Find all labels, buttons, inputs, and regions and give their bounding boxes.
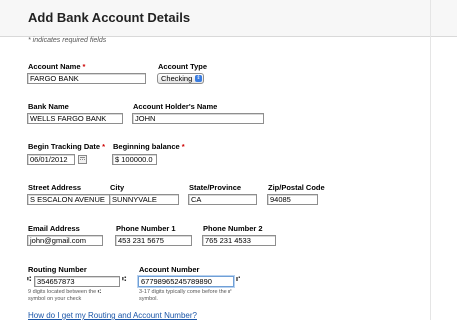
street-label: Street Address — [28, 183, 82, 192]
account-name-input[interactable]: FARGO BANK — [27, 73, 146, 84]
select-arrows-icon: ⇕ — [195, 75, 202, 82]
routing-help-link[interactable]: How do I get my Routing and Account Numb… — [28, 311, 197, 320]
tracking-date-input[interactable]: 06/01/2012 — [27, 154, 75, 165]
phone2-label: Phone Number 2 — [203, 224, 263, 233]
email-input[interactable]: john@gmail.com — [27, 235, 103, 246]
routing-label: Routing Number — [28, 265, 87, 274]
page-title: Add Bank Account Details — [28, 10, 191, 25]
routing-help-text: 9 digits located between the ⑆ symbol on… — [28, 289, 102, 302]
beginning-balance-input[interactable]: $ 100000.0 — [112, 154, 157, 165]
phone1-input[interactable]: 453 231 5675 — [115, 235, 192, 246]
email-label: Email Address — [28, 224, 80, 233]
city-label: City — [110, 183, 125, 192]
state-label: State/Province — [189, 183, 242, 192]
balance-value: 100000.0 — [121, 155, 153, 164]
currency-symbol: $ — [115, 155, 120, 164]
routing-input[interactable]: 354657873 — [34, 276, 120, 287]
holder-name-label: Account Holder's Name — [133, 102, 218, 111]
bank-account-form-page: Add Bank Account Details * indicates req… — [0, 0, 457, 320]
phone1-label: Phone Number 1 — [116, 224, 176, 233]
city-input[interactable]: SUNNYVALE — [109, 194, 179, 205]
routing-prefix-symbol: ⑆ — [27, 276, 32, 283]
calendar-icon[interactable] — [78, 155, 87, 164]
account-number-help-text: 3-17 digits typically come before the ⑈ … — [139, 289, 232, 302]
account-suffix-symbol: ⑈ — [236, 276, 241, 283]
account-number-input[interactable]: 67798965245789890 — [138, 276, 234, 287]
account-type-value: Checking — [161, 74, 193, 83]
required-fields-note: * indicates required fields — [28, 37, 107, 44]
beginning-balance-label: Beginning balance * — [113, 142, 185, 151]
account-number-label: Account Number — [139, 265, 200, 274]
bank-name-input[interactable]: WELLS FARGO BANK — [27, 113, 123, 124]
zip-input[interactable]: 94085 — [267, 194, 318, 205]
account-name-label: Account Name * — [28, 62, 86, 71]
account-type-label: Account Type — [158, 62, 208, 71]
state-input[interactable]: CA — [188, 194, 257, 205]
account-type-select[interactable]: Checking ⇕ — [157, 73, 204, 84]
routing-suffix-symbol: ⑆ — [122, 276, 127, 283]
holder-name-input[interactable]: JOHN — [132, 113, 264, 124]
divider — [430, 0, 431, 320]
zip-label: Zip/Postal Code — [268, 183, 325, 192]
phone2-input[interactable]: 765 231 4533 — [202, 235, 276, 246]
tracking-date-label: Begin Tracking Date * — [28, 142, 106, 151]
bank-name-label: Bank Name — [28, 102, 69, 111]
